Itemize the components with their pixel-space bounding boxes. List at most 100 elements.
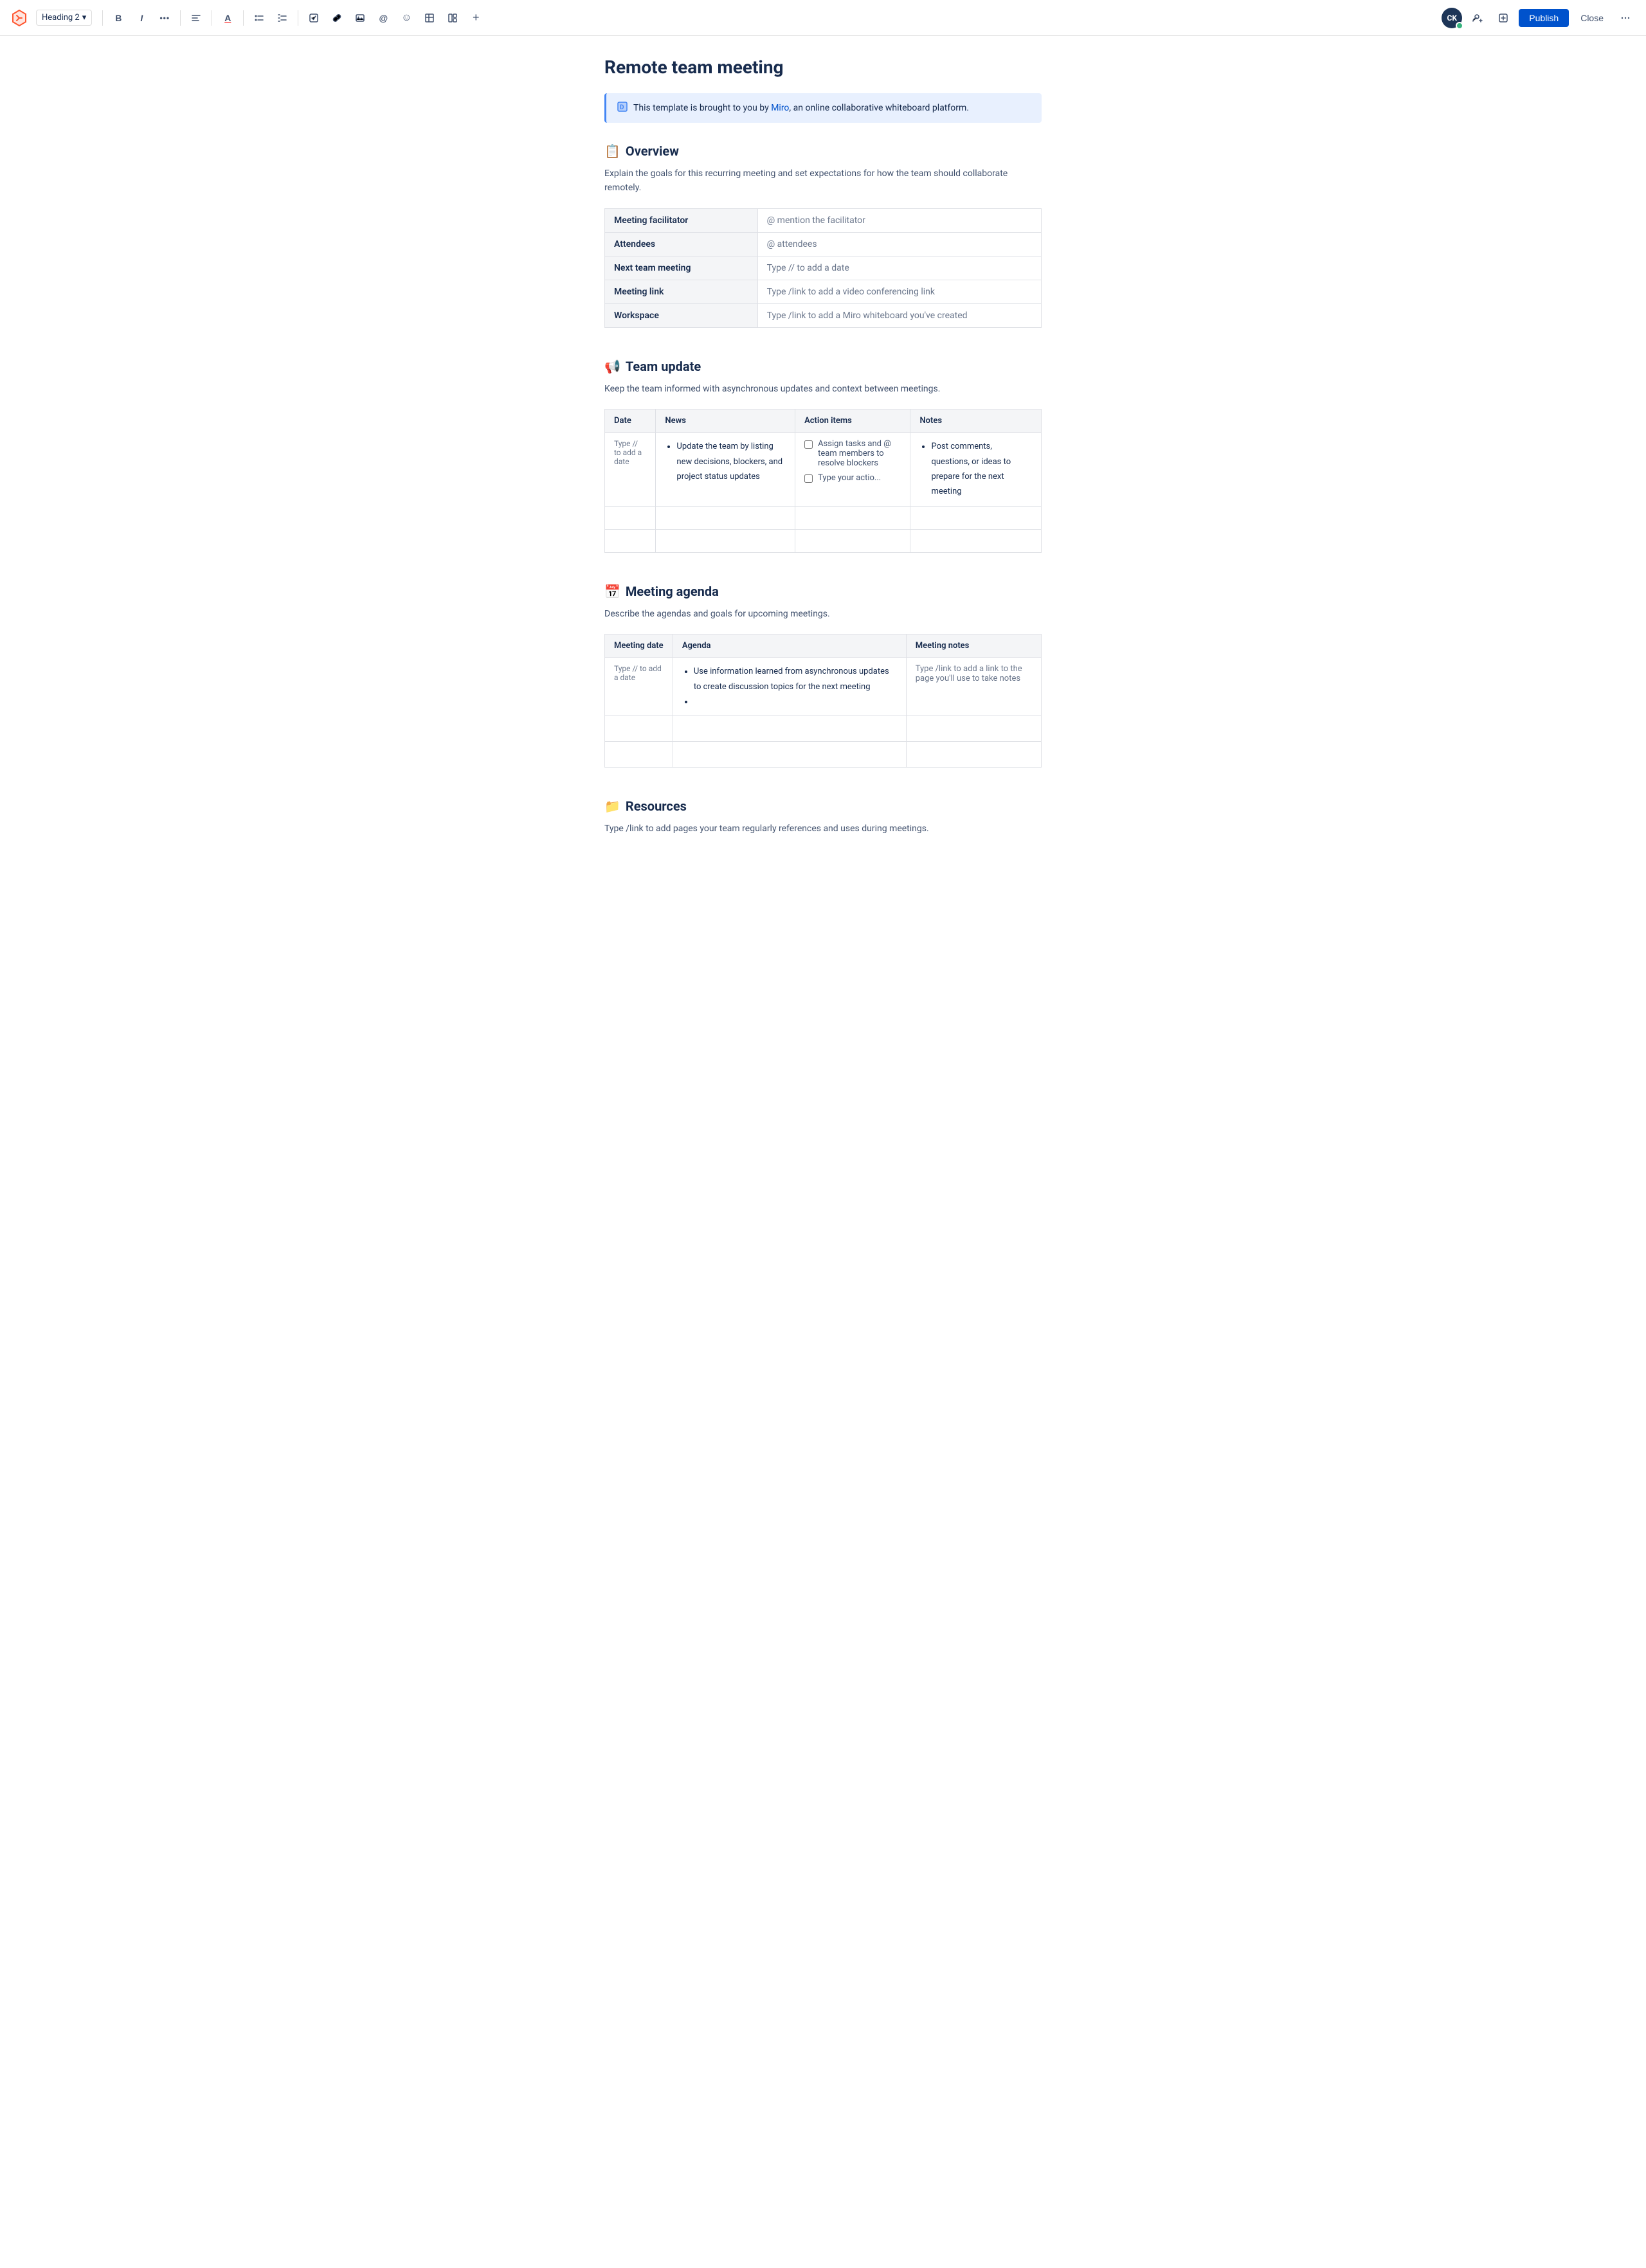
empty-row — [605, 716, 1042, 742]
table-header-row: Meeting dateAgendaMeeting notes — [605, 634, 1042, 658]
layout-button[interactable] — [442, 8, 463, 28]
avatar[interactable]: CK — [1442, 8, 1462, 28]
list-item: Update the team by listing new decisions… — [676, 439, 786, 484]
table-row: Next team meeting Type // to add a date — [605, 256, 1042, 280]
empty-cell[interactable] — [795, 529, 910, 552]
date-cell[interactable]: Type // to add a date — [605, 433, 656, 507]
toolbar-divider-1 — [102, 10, 103, 26]
overview-heading: 📋 Overview — [604, 143, 1042, 159]
table-cell-label: Next team meeting — [605, 256, 758, 280]
table-cell-value[interactable]: Type /link to add a Miro whiteboard you'… — [757, 303, 1041, 327]
table-header-cell: Agenda — [673, 634, 906, 658]
banner-link[interactable]: Miro — [771, 103, 789, 113]
table-cell-value[interactable]: Type /link to add a video conferencing l… — [757, 280, 1041, 303]
table-row: Meeting link Type /link to add a video c… — [605, 280, 1042, 303]
overflow-menu-button[interactable] — [1615, 8, 1636, 28]
list-item: Post comments, questions, or ideas to pr… — [931, 439, 1032, 500]
task-button[interactable] — [303, 8, 324, 28]
table-header-cell: Meeting date — [605, 634, 673, 658]
empty-cell[interactable] — [795, 506, 910, 529]
meeting-agenda-section: 📅 Meeting agenda Describe the agendas an… — [604, 584, 1042, 768]
team-update-section: 📢 Team update Keep the team informed wit… — [604, 359, 1042, 553]
table-row: Meeting facilitator @ mention the facili… — [605, 208, 1042, 232]
toolbar-right: CK Publish Close — [1442, 8, 1636, 28]
image-button[interactable] — [350, 8, 370, 28]
table-header-cell: News — [656, 410, 795, 433]
text-color-button[interactable]: A — [217, 8, 238, 28]
link-button[interactable] — [327, 8, 347, 28]
table-button[interactable] — [419, 8, 440, 28]
overview-table: Meeting facilitator @ mention the facili… — [604, 208, 1042, 328]
agenda-table: Meeting dateAgendaMeeting notes Type // … — [604, 634, 1042, 768]
list-item: Use information learned from asynchronou… — [694, 664, 897, 694]
chevron-down-icon: ▾ — [82, 13, 87, 22]
more-format-button[interactable]: ••• — [154, 8, 175, 28]
empty-cell[interactable] — [906, 716, 1041, 742]
empty-cell[interactable] — [656, 529, 795, 552]
table-header-cell: Notes — [910, 410, 1042, 433]
table-row: Type // to add a date Use information lea… — [605, 658, 1042, 716]
overview-description: Explain the goals for this recurring mee… — [604, 166, 1042, 195]
resources-heading: 📁 Resources — [604, 798, 1042, 814]
numbered-list-button[interactable] — [272, 8, 293, 28]
publish-button[interactable]: Publish — [1519, 9, 1569, 27]
empty-cell[interactable] — [906, 742, 1041, 768]
toolbar-divider-4 — [243, 10, 244, 26]
emoji-button[interactable]: ☺ — [396, 8, 417, 28]
empty-cell[interactable] — [910, 529, 1042, 552]
team-update-heading: 📢 Team update — [604, 359, 1042, 374]
empty-cell[interactable] — [673, 742, 906, 768]
page-title[interactable]: Remote team meeting — [604, 57, 1042, 78]
resources-icon: 📁 — [604, 798, 620, 814]
table-cell-value[interactable]: @ mention the facilitator — [757, 208, 1041, 232]
meeting-agenda-icon: 📅 — [604, 584, 620, 599]
overview-section: 📋 Overview Explain the goals for this re… — [604, 143, 1042, 328]
notes-cell[interactable]: Post comments, questions, or ideas to pr… — [910, 433, 1042, 507]
italic-button[interactable]: I — [131, 8, 152, 28]
empty-cell[interactable] — [673, 716, 906, 742]
checkbox[interactable] — [804, 474, 813, 483]
info-banner: D This template is brought to you by Mir… — [604, 93, 1042, 123]
team-update-icon: 📢 — [604, 359, 620, 374]
empty-cell[interactable] — [605, 529, 656, 552]
meeting-date-cell[interactable]: Type // to add a date — [605, 658, 673, 716]
table-cell-label: Workspace — [605, 303, 758, 327]
meeting-agenda-description: Describe the agendas and goals for upcom… — [604, 607, 1042, 621]
bullet-list-button[interactable] — [249, 8, 269, 28]
empty-cell[interactable] — [656, 506, 795, 529]
empty-row — [605, 506, 1042, 529]
table-cell-label: Meeting facilitator — [605, 208, 758, 232]
checkbox-item: Type your actio... — [804, 473, 901, 483]
mention-button[interactable]: @ — [373, 8, 393, 28]
share-button[interactable] — [1493, 8, 1514, 28]
team-update-description: Keep the team informed with asynchronous… — [604, 382, 1042, 396]
bold-button[interactable]: B — [108, 8, 129, 28]
empty-row — [605, 742, 1042, 768]
heading-selector[interactable]: Heading 2 ▾ — [36, 10, 92, 26]
heading-selector-label: Heading 2 — [42, 13, 80, 22]
empty-row — [605, 529, 1042, 552]
table-row: Type // to add a date Update the team by … — [605, 433, 1042, 507]
checkbox[interactable] — [804, 440, 813, 449]
table-cell-value[interactable]: @ attendees — [757, 232, 1041, 256]
meeting-notes-cell[interactable]: Type /link to add a link to the page you… — [906, 658, 1041, 716]
team-update-table: DateNewsAction itemsNotes Type // to add… — [604, 409, 1042, 553]
news-cell[interactable]: Update the team by listing new decisions… — [656, 433, 795, 507]
app-logo[interactable] — [10, 9, 28, 27]
insert-more-button[interactable]: + — [466, 8, 486, 28]
action-items-cell[interactable]: Assign tasks and @ team members to resol… — [795, 433, 910, 507]
agenda-cell[interactable]: Use information learned from asynchronou… — [673, 658, 906, 716]
table-header-cell: Date — [605, 410, 656, 433]
empty-cell[interactable] — [910, 506, 1042, 529]
close-button[interactable]: Close — [1574, 9, 1610, 27]
empty-cell[interactable] — [605, 716, 673, 742]
empty-cell[interactable] — [605, 506, 656, 529]
avatar-status-badge — [1456, 22, 1463, 30]
table-cell-value[interactable]: Type // to add a date — [757, 256, 1041, 280]
resources-section: 📁 Resources Type /link to add pages your… — [604, 798, 1042, 836]
add-collaborator-button[interactable] — [1467, 8, 1488, 28]
main-content: Remote team meeting D This template is b… — [579, 36, 1067, 919]
align-button[interactable] — [186, 8, 206, 28]
checkbox-label: Assign tasks and @ team members to resol… — [818, 439, 901, 468]
empty-cell[interactable] — [605, 742, 673, 768]
